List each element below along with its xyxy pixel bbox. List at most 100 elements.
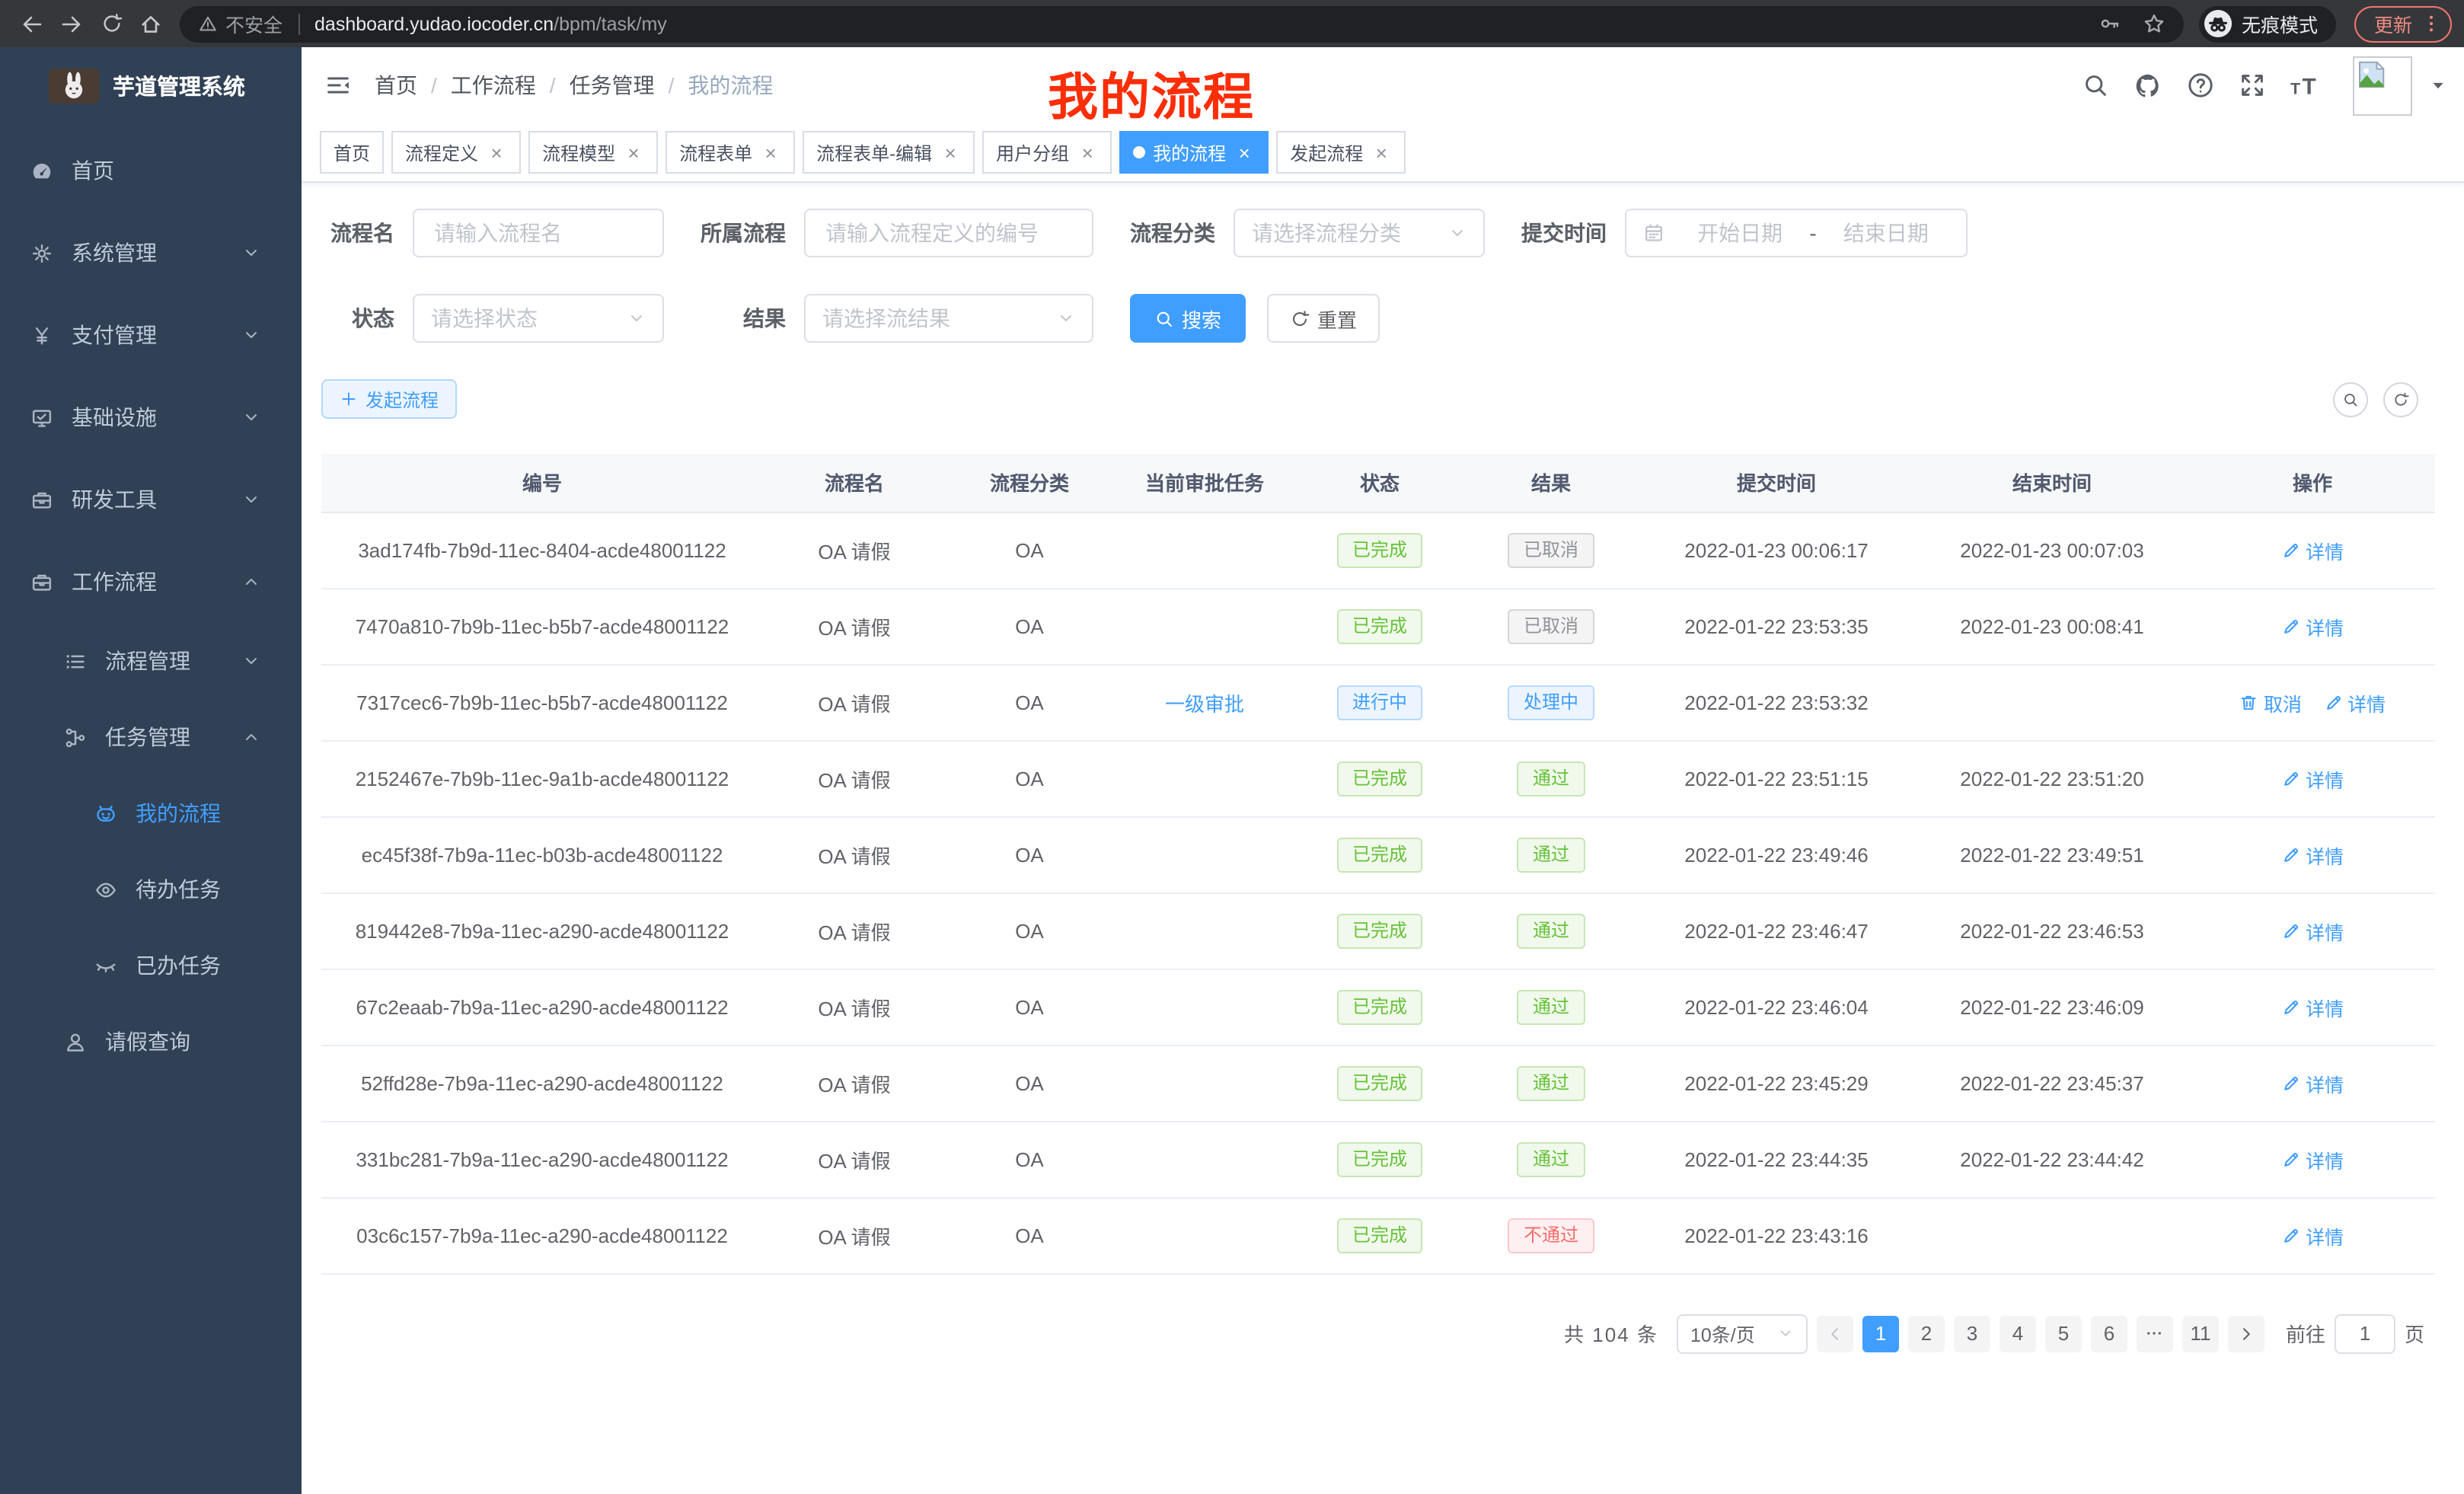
chevron-down-icon bbox=[1777, 1325, 1794, 1342]
show-search-button[interactable] bbox=[2333, 381, 2368, 417]
tab-close-icon[interactable]: × bbox=[1234, 142, 1255, 163]
goto-page-input[interactable] bbox=[2335, 1314, 2395, 1353]
search-icon[interactable] bbox=[2082, 72, 2109, 99]
back-button[interactable] bbox=[12, 4, 52, 43]
more-icon bbox=[2145, 1323, 2165, 1343]
tab-close-icon[interactable]: × bbox=[486, 142, 507, 163]
page-list: 123456 11 bbox=[1853, 1315, 2219, 1352]
refresh-table-button[interactable] bbox=[2383, 381, 2418, 417]
fullscreen-icon[interactable] bbox=[2239, 72, 2266, 99]
cancel-link[interactable]: 取消 bbox=[2239, 688, 2302, 717]
page-size-select[interactable]: 10条/页 bbox=[1677, 1314, 1808, 1353]
detail-link[interactable]: 详情 bbox=[2281, 1068, 2344, 1097]
detail-link[interactable]: 详情 bbox=[2281, 992, 2344, 1021]
key-icon[interactable] bbox=[2099, 12, 2121, 35]
breadcrumb-home[interactable]: 首页 bbox=[375, 70, 417, 101]
sidebar-item-infrastructure[interactable]: 基础设施 bbox=[0, 376, 302, 458]
sidebar-item-todo-tasks[interactable]: 待办任务 bbox=[0, 851, 302, 927]
sidebar-item-my-process[interactable]: 我的流程 bbox=[0, 775, 302, 851]
tab-user-group[interactable]: 用户分组× bbox=[982, 131, 1112, 174]
caret-down-icon[interactable] bbox=[2427, 75, 2449, 96]
page-button-6[interactable]: 6 bbox=[2091, 1315, 2127, 1352]
category-select[interactable]: 请选择流程分类 bbox=[1234, 209, 1485, 257]
tab-close-icon[interactable]: × bbox=[623, 142, 644, 163]
detail-link[interactable]: 详情 bbox=[2281, 840, 2344, 869]
tab-process-form-edit[interactable]: 流程表单-编辑× bbox=[803, 131, 975, 174]
home-button[interactable] bbox=[131, 4, 171, 43]
tab-close-icon[interactable]: × bbox=[1077, 142, 1098, 163]
date-range-picker[interactable]: 开始日期 - 结束日期 bbox=[1625, 209, 1968, 257]
tab-process-definition[interactable]: 流程定义× bbox=[391, 131, 521, 174]
tab-close-icon[interactable]: × bbox=[1371, 142, 1392, 163]
page-button-2[interactable]: 2 bbox=[1908, 1315, 1945, 1352]
address-bar[interactable]: 不安全 dashboard.yudao.iocoder.cn/bpm/task/… bbox=[180, 5, 2184, 42]
github-icon[interactable] bbox=[2134, 71, 2162, 100]
tab-home[interactable]: 首页 bbox=[320, 131, 384, 174]
detail-link[interactable]: 详情 bbox=[2281, 611, 2344, 640]
current-task-link[interactable]: 一级审批 bbox=[1165, 692, 1244, 715]
cell-submit-time: 2022-01-22 23:46:04 bbox=[1639, 969, 1914, 1045]
prev-page-button[interactable] bbox=[1817, 1315, 1853, 1352]
sidebar-item-done-tasks[interactable]: 已办任务 bbox=[0, 927, 302, 1004]
reload-button[interactable] bbox=[91, 4, 131, 43]
breadcrumb-workflow[interactable]: 工作流程 bbox=[451, 70, 536, 101]
start-date-placeholder[interactable]: 开始日期 bbox=[1677, 218, 1803, 248]
update-button[interactable]: 更新 bbox=[2354, 5, 2452, 42]
help-icon[interactable] bbox=[2187, 72, 2214, 99]
status-badge: 已取消 bbox=[1508, 608, 1594, 643]
cell-status: 已完成 bbox=[1296, 512, 1463, 588]
sidebar-item-payment[interactable]: 支付管理 bbox=[0, 294, 302, 376]
process-definition-field[interactable] bbox=[804, 209, 1093, 257]
tab-process-model[interactable]: 流程模型× bbox=[528, 131, 658, 174]
process-definition-input[interactable] bbox=[822, 219, 1075, 247]
search-button[interactable]: 搜索 bbox=[1130, 294, 1246, 343]
process-name-input[interactable] bbox=[431, 219, 646, 247]
detail-link[interactable]: 详情 bbox=[2281, 764, 2344, 793]
cell-current-task bbox=[1113, 740, 1296, 816]
chevron-down-icon bbox=[627, 309, 646, 327]
detail-link[interactable]: 详情 bbox=[2281, 1221, 2344, 1250]
font-size-icon[interactable]: TT bbox=[2290, 71, 2319, 100]
sidebar-item-home[interactable]: 首页 bbox=[0, 129, 302, 212]
page-button-5[interactable]: 5 bbox=[2045, 1315, 2082, 1352]
start-process-button[interactable]: 发起流程 bbox=[321, 379, 457, 419]
sidebar-item-system[interactable]: 系统管理 bbox=[0, 212, 302, 294]
process-name-field[interactable] bbox=[413, 209, 664, 257]
sidebar-item-workflow[interactable]: 工作流程 bbox=[0, 541, 302, 623]
end-date-placeholder[interactable]: 结束日期 bbox=[1823, 218, 1949, 248]
detail-link[interactable]: 详情 bbox=[2323, 688, 2386, 717]
app-logo[interactable]: 芋道管理系统 bbox=[0, 47, 302, 123]
page-more-button[interactable] bbox=[2137, 1315, 2173, 1352]
chevron-down-icon bbox=[1777, 1325, 1794, 1342]
sidebar-item-task-mgmt[interactable]: 任务管理 bbox=[0, 699, 302, 775]
sidebar-item-dev-tools[interactable]: 研发工具 bbox=[0, 458, 302, 541]
next-page-button[interactable] bbox=[2228, 1315, 2265, 1352]
forward-button[interactable] bbox=[52, 4, 91, 43]
tab-my-process[interactable]: 我的流程 × bbox=[1119, 131, 1269, 174]
tab-start-process[interactable]: 发起流程× bbox=[1276, 131, 1406, 174]
detail-link[interactable]: 详情 bbox=[2281, 916, 2344, 945]
tree-icon bbox=[64, 726, 87, 749]
status-select[interactable]: 请选择状态 bbox=[413, 294, 664, 343]
breadcrumb-task-mgmt[interactable]: 任务管理 bbox=[570, 70, 655, 101]
page-button-11[interactable]: 11 bbox=[2182, 1315, 2219, 1352]
detail-link[interactable]: 详情 bbox=[2281, 1144, 2344, 1173]
sidebar-item-process-mgmt[interactable]: 流程管理 bbox=[0, 623, 302, 699]
pagination-total: 共 104 条 bbox=[1564, 1319, 1658, 1348]
cell-end-time: 2022-01-23 00:08:41 bbox=[1914, 588, 2190, 664]
page-button-4[interactable]: 4 bbox=[2000, 1315, 2036, 1352]
tab-close-icon[interactable]: × bbox=[940, 142, 961, 163]
bookmark-star-icon[interactable] bbox=[2143, 12, 2166, 35]
detail-link[interactable]: 详情 bbox=[2281, 535, 2344, 564]
sidebar-item-leave-query[interactable]: 请假查询 bbox=[0, 1004, 302, 1080]
page-button-1[interactable]: 1 bbox=[1862, 1315, 1899, 1352]
avatar[interactable] bbox=[2353, 56, 2412, 115]
hamburger-icon[interactable] bbox=[302, 47, 375, 123]
reset-button[interactable]: 重置 bbox=[1267, 294, 1380, 343]
page-button-3[interactable]: 3 bbox=[1954, 1315, 1990, 1352]
result-select[interactable]: 请选择流结果 bbox=[804, 294, 1093, 343]
tab-process-form[interactable]: 流程表单× bbox=[665, 131, 795, 174]
tab-close-icon[interactable]: × bbox=[760, 142, 781, 163]
cell-name: OA 请假 bbox=[763, 588, 946, 664]
tab-label: 我的流程 bbox=[1153, 139, 1226, 165]
